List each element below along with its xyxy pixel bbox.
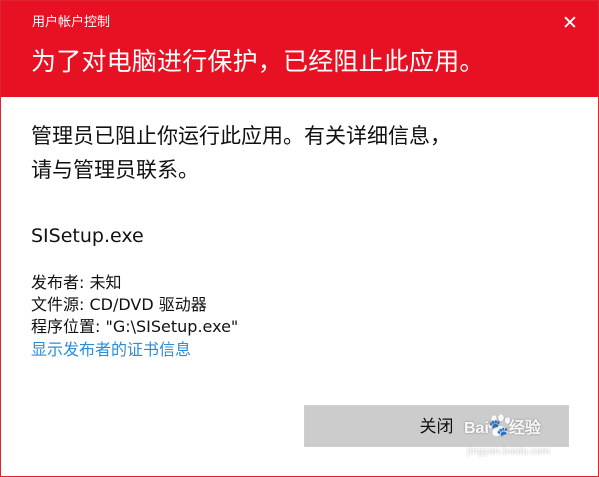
- window-title: 用户帐户控制: [32, 15, 111, 30]
- publisher-line: 发布者: 未知: [31, 273, 122, 292]
- uac-dialog: 用户帐户控制 ✕ 为了对电脑进行保护，已经阻止此应用。 管理员已阻止你运行此应用…: [0, 0, 599, 477]
- app-name: SISetup.exe: [31, 225, 144, 247]
- close-icon[interactable]: ✕: [555, 11, 585, 35]
- dialog-header: 用户帐户控制 ✕ 为了对电脑进行保护，已经阻止此应用。: [1, 1, 598, 97]
- dialog-content: 管理员已阻止你运行此应用。有关详细信息，请与管理员联系。 SISetup.exe…: [31, 119, 461, 361]
- app-details: 发布者: 未知 文件源: CD/DVD 驱动器 程序位置: "G:\SISetu…: [31, 272, 461, 338]
- file-source-line: 文件源: CD/DVD 驱动器: [31, 295, 207, 314]
- close-button[interactable]: 关闭: [304, 405, 569, 447]
- publisher-certificate-link[interactable]: 显示发布者的证书信息: [31, 339, 461, 361]
- program-location-line: 程序位置: "G:\SISetup.exe": [31, 317, 239, 336]
- main-message: 管理员已阻止你运行此应用。有关详细信息，请与管理员联系。: [31, 124, 451, 182]
- header-message: 为了对电脑进行保护，已经阻止此应用。: [31, 47, 485, 76]
- dialog-footer: 关闭: [1, 385, 598, 476]
